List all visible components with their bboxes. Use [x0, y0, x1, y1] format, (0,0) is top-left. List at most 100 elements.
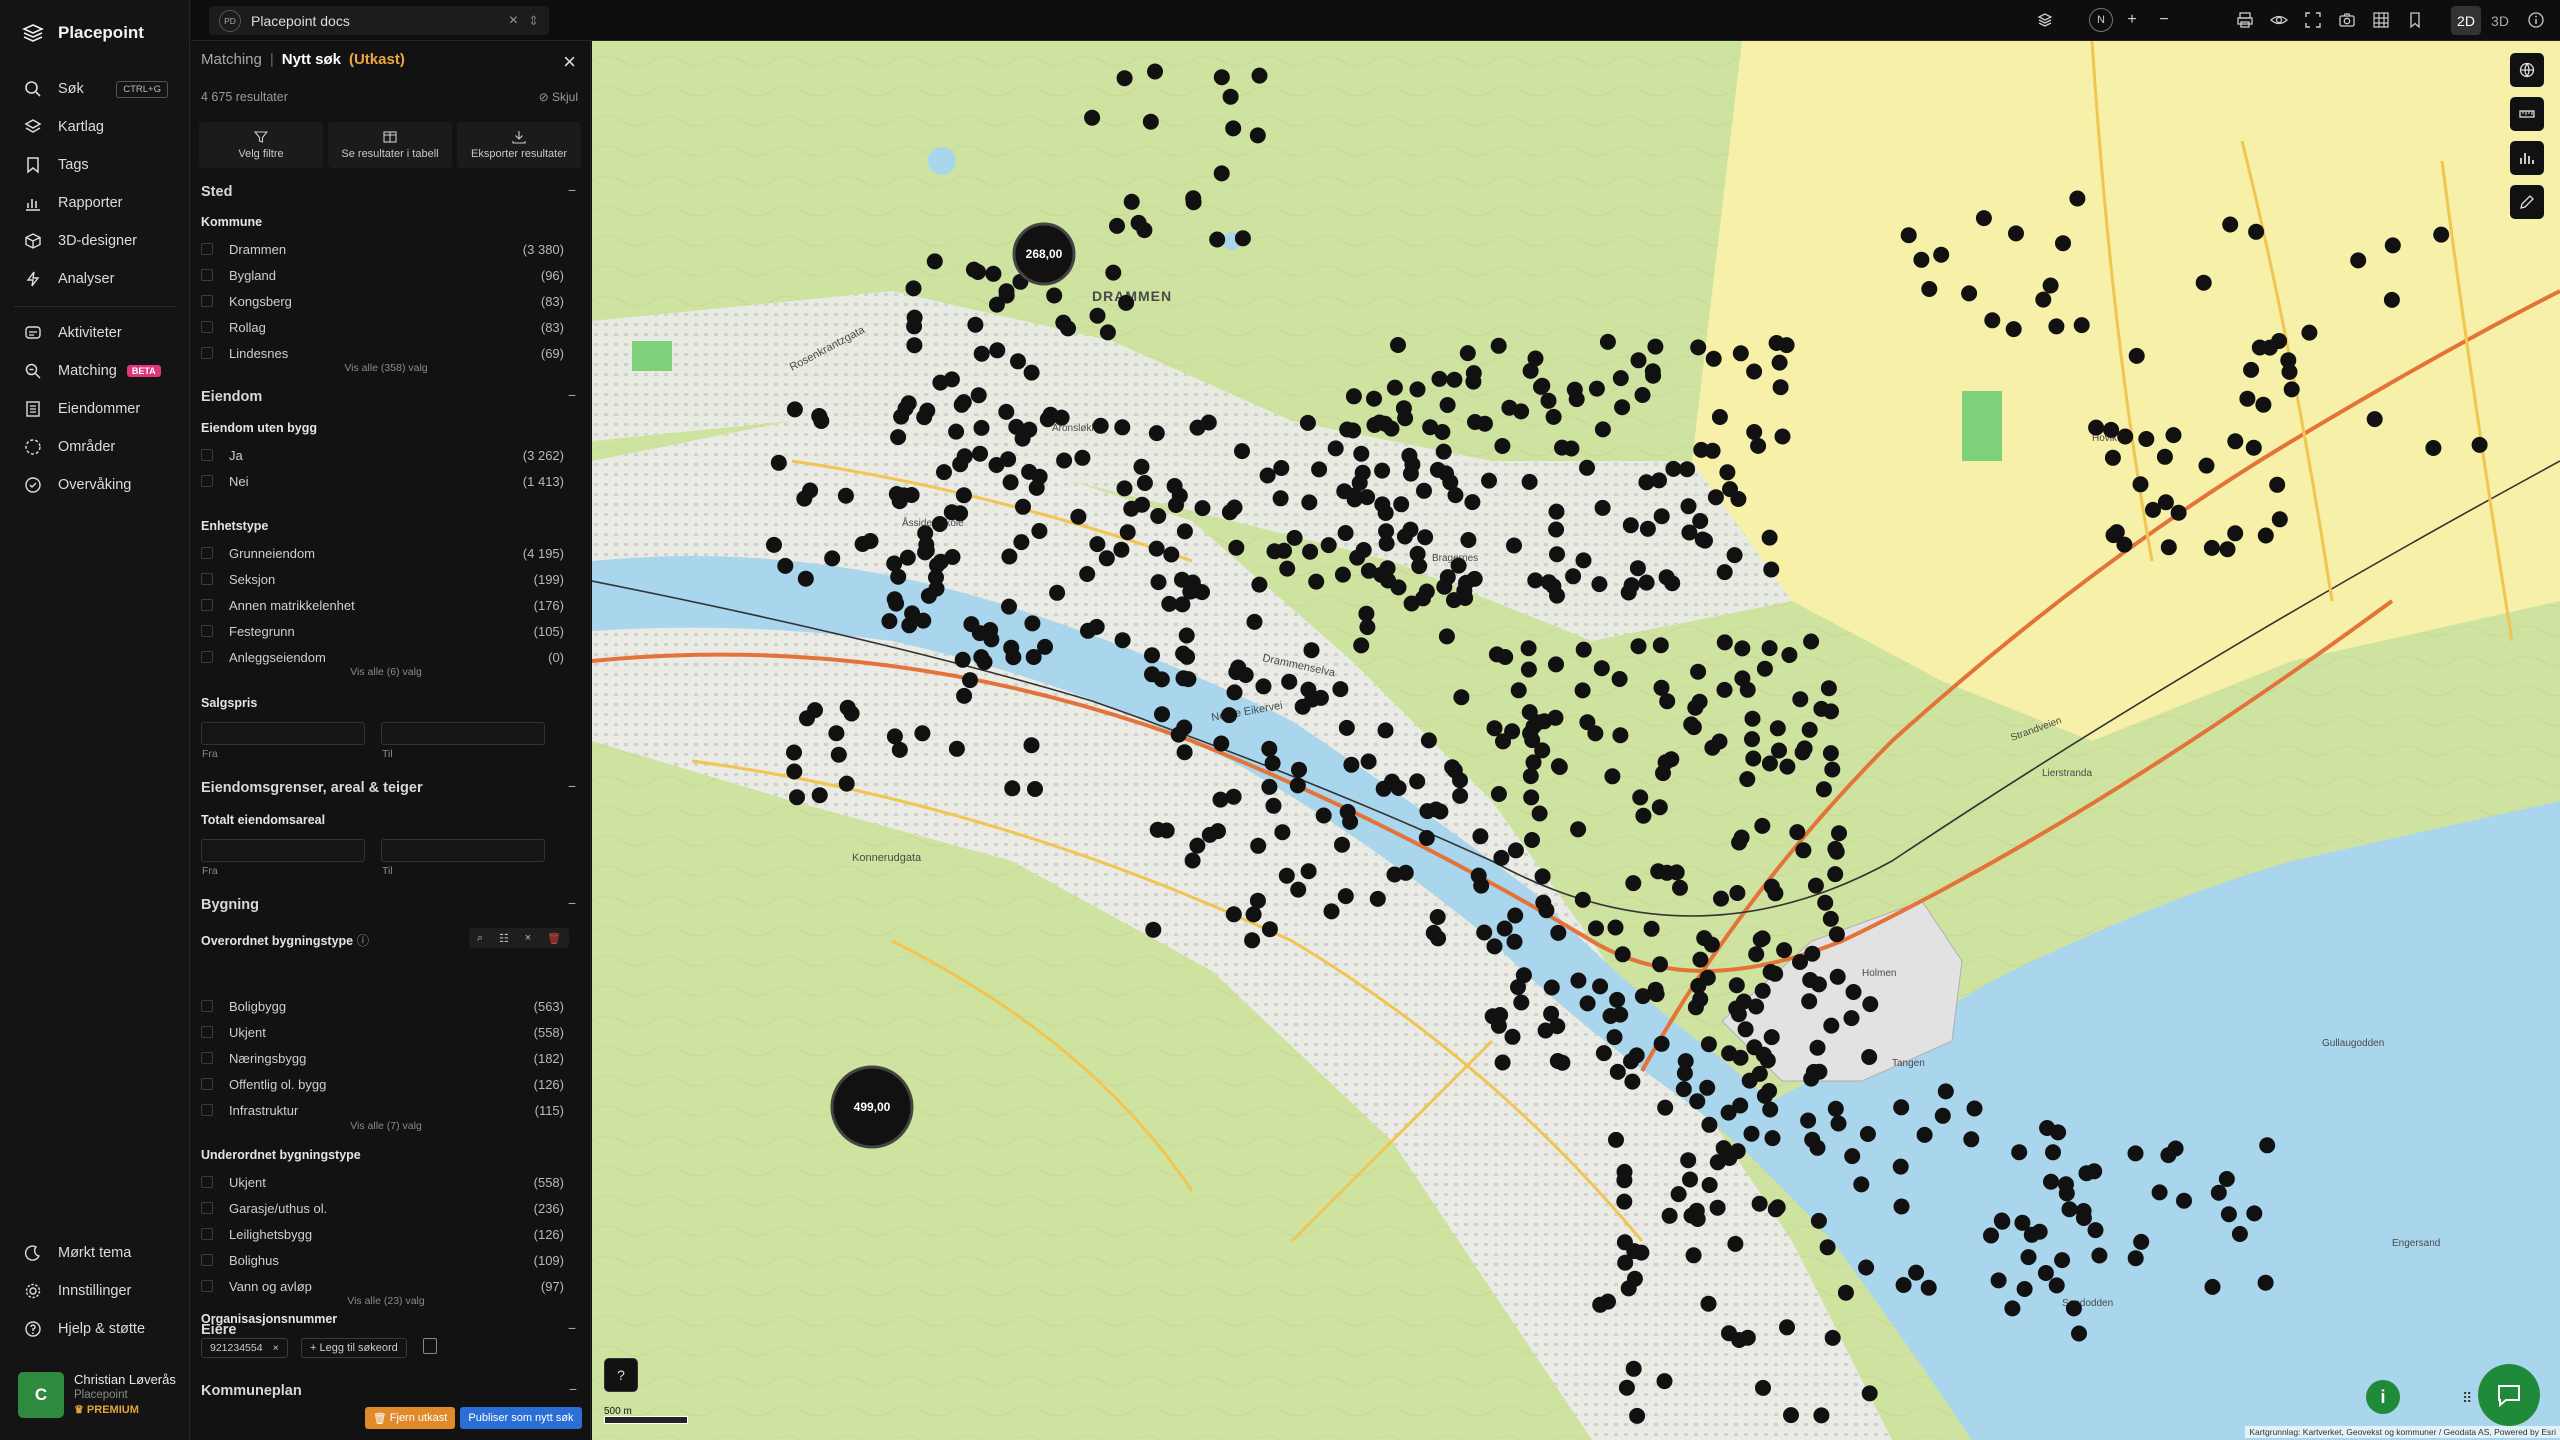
property-marker[interactable] [967, 316, 984, 333]
property-marker[interactable] [1843, 1010, 1860, 1027]
property-marker[interactable] [2088, 419, 2105, 436]
property-marker[interactable] [1123, 193, 1140, 210]
property-marker[interactable] [1150, 508, 1167, 524]
property-marker[interactable] [1393, 496, 1410, 513]
property-marker[interactable] [2227, 525, 2244, 542]
property-marker[interactable] [1490, 786, 1507, 802]
property-marker[interactable] [1807, 877, 1824, 894]
property-marker[interactable] [932, 374, 949, 391]
property-marker[interactable] [1142, 113, 1159, 130]
property-marker[interactable] [1680, 498, 1697, 515]
property-marker[interactable] [1360, 753, 1377, 770]
property-marker[interactable] [2151, 1184, 2168, 1201]
property-marker[interactable] [1750, 437, 1767, 454]
property-marker[interactable] [1114, 632, 1131, 649]
property-marker[interactable] [1520, 640, 1537, 657]
compass-icon[interactable]: N [2089, 8, 2113, 32]
nav-item-activities[interactable]: Aktiviteter [0, 316, 190, 350]
property-marker[interactable] [1813, 1407, 1830, 1424]
property-marker[interactable] [1729, 1143, 1746, 1160]
property-marker[interactable] [948, 423, 965, 440]
property-marker[interactable] [1625, 875, 1642, 892]
property-marker[interactable] [1369, 890, 1386, 907]
property-marker[interactable] [1527, 572, 1544, 589]
property-marker[interactable] [1779, 758, 1796, 775]
print-icon[interactable] [2234, 9, 2256, 31]
property-marker[interactable] [1824, 761, 1841, 778]
property-marker[interactable] [766, 536, 782, 553]
property-marker[interactable] [1730, 491, 1747, 507]
property-marker[interactable] [797, 570, 814, 587]
property-marker[interactable] [1494, 1054, 1511, 1071]
property-marker[interactable] [1769, 1199, 1786, 1216]
property-marker[interactable] [1490, 337, 1507, 354]
property-marker[interactable] [1763, 878, 1780, 895]
property-marker[interactable] [2103, 421, 2120, 438]
property-marker[interactable] [828, 725, 845, 742]
property-marker[interactable] [1827, 866, 1844, 883]
property-marker[interactable] [1349, 549, 1366, 566]
property-marker[interactable] [1281, 673, 1298, 690]
property-marker[interactable] [1815, 781, 1832, 798]
property-marker[interactable] [1005, 649, 1022, 666]
property-marker[interactable] [2043, 1173, 2059, 1190]
property-marker[interactable] [1098, 550, 1115, 567]
property-marker[interactable] [1453, 689, 1470, 706]
property-marker[interactable] [2055, 235, 2071, 252]
property-marker[interactable] [1510, 682, 1527, 699]
property-marker[interactable] [1859, 1126, 1876, 1142]
property-marker[interactable] [1540, 392, 1557, 409]
property-marker[interactable] [1531, 805, 1548, 822]
property-marker[interactable] [1574, 682, 1591, 699]
property-marker[interactable] [1612, 370, 1629, 387]
nav-item-help[interactable]: Hjelp & støtte [0, 1312, 190, 1346]
property-marker[interactable] [1464, 494, 1481, 511]
property-marker[interactable] [1690, 663, 1707, 680]
property-marker[interactable] [1377, 722, 1394, 739]
property-marker[interactable] [918, 536, 935, 553]
property-marker[interactable] [1251, 67, 1268, 84]
property-marker[interactable] [1594, 421, 1611, 438]
property-marker[interactable] [1763, 561, 1780, 578]
property-marker[interactable] [2204, 1278, 2221, 1295]
property-marker[interactable] [2132, 476, 2149, 493]
property-marker[interactable] [1638, 474, 1655, 491]
property-marker[interactable] [1630, 352, 1647, 369]
property-marker[interactable] [1145, 921, 1162, 938]
property-marker[interactable] [2005, 321, 2022, 338]
property-marker[interactable] [1549, 1053, 1566, 1069]
property-marker[interactable] [1001, 548, 1018, 565]
nav-item-reports[interactable]: Rapporter [0, 186, 190, 220]
nav-item-properties[interactable]: Eiendommer [0, 392, 190, 426]
property-marker[interactable] [1690, 339, 1707, 356]
property-marker[interactable] [786, 401, 803, 418]
property-marker[interactable] [1774, 428, 1791, 445]
property-marker[interactable] [1703, 936, 1720, 953]
property-marker[interactable] [1574, 891, 1591, 908]
property-marker[interactable] [1189, 837, 1206, 854]
property-marker[interactable] [1049, 584, 1066, 601]
property-marker[interactable] [1602, 1008, 1619, 1024]
property-marker[interactable] [1575, 552, 1592, 569]
property-marker[interactable] [1545, 408, 1562, 425]
property-marker[interactable] [1961, 285, 1978, 302]
property-marker[interactable] [1289, 777, 1306, 794]
property-marker[interactable] [955, 487, 972, 504]
property-marker[interactable] [1570, 821, 1587, 838]
property-marker[interactable] [2091, 1247, 2108, 1264]
property-marker[interactable] [1225, 906, 1242, 923]
property-marker[interactable] [1893, 1099, 1910, 1116]
drag-handle-icon[interactable]: ⠿ [2462, 1390, 2472, 1407]
property-marker[interactable] [1089, 307, 1106, 324]
property-marker[interactable] [1709, 1199, 1726, 1216]
property-marker[interactable] [2210, 1184, 2227, 1201]
property-marker[interactable] [1819, 1239, 1836, 1256]
property-marker[interactable] [1540, 574, 1557, 591]
property-marker[interactable] [770, 454, 787, 471]
property-marker[interactable] [1823, 1017, 1840, 1034]
property-marker[interactable] [1763, 1029, 1780, 1046]
property-marker[interactable] [1496, 920, 1513, 937]
property-marker[interactable] [1661, 1207, 1678, 1224]
property-marker[interactable] [1611, 671, 1628, 687]
property-marker[interactable] [1395, 400, 1412, 417]
